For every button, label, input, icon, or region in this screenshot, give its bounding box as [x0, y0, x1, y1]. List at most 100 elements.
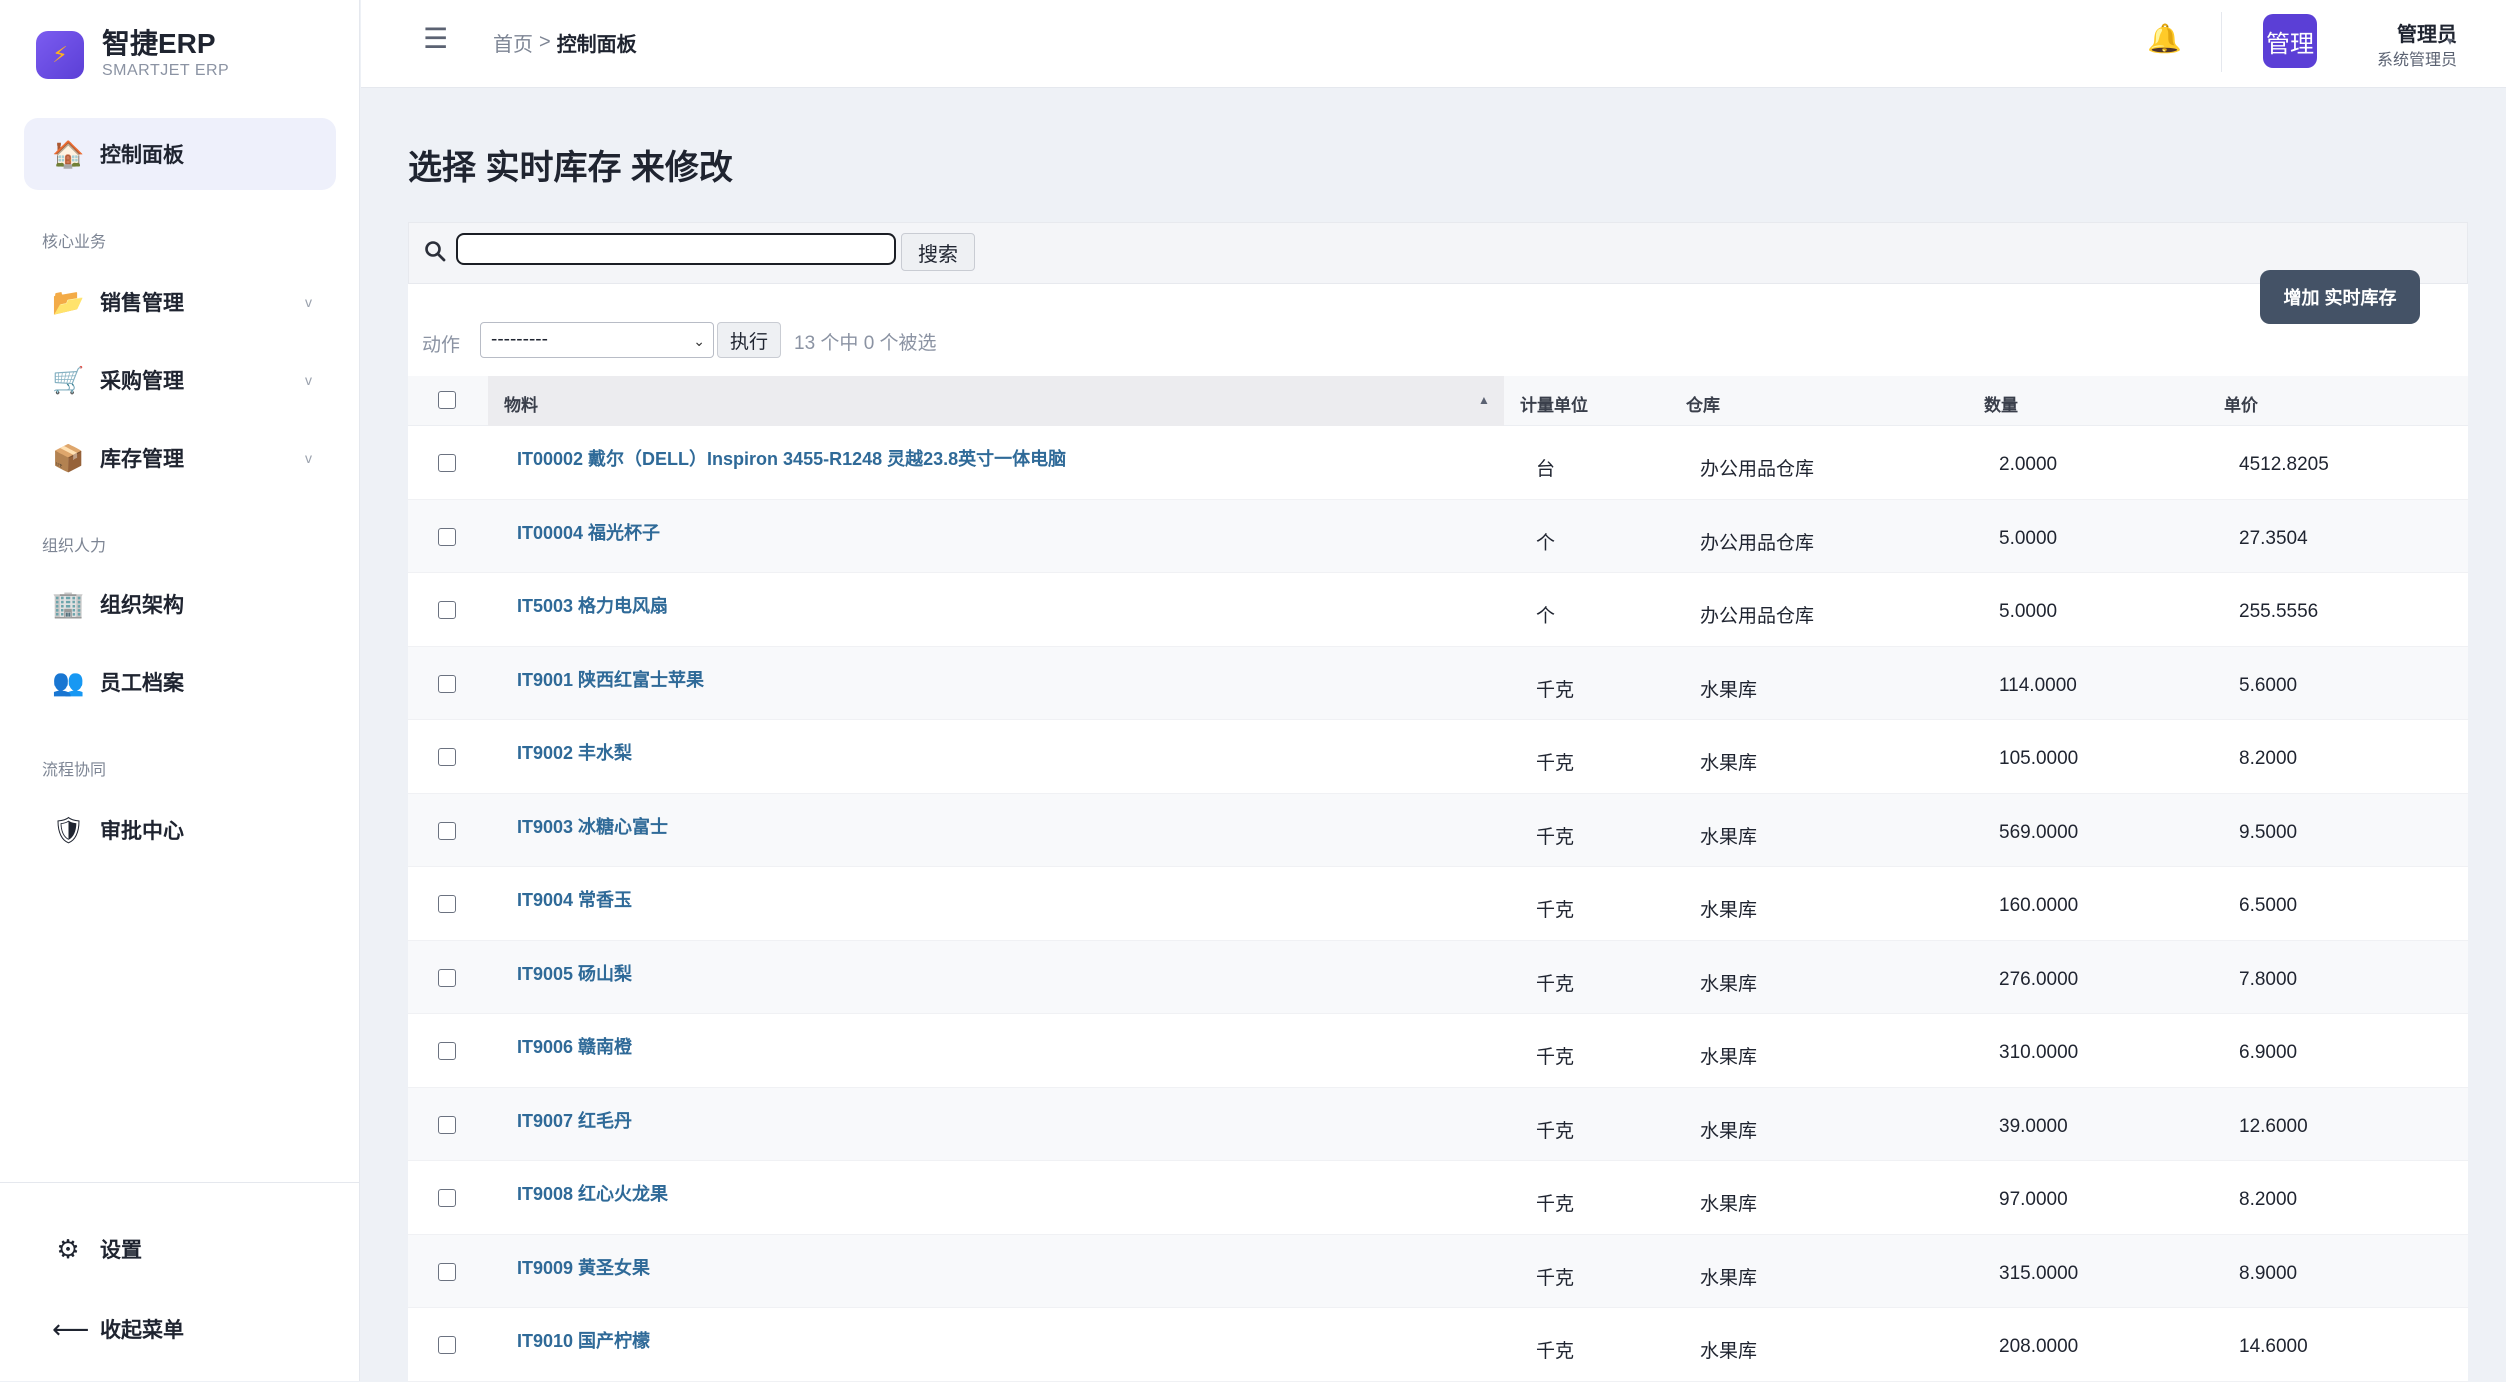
- quantity-cell: 208.0000: [1999, 1336, 2079, 1357]
- price-cell: 8.2000: [2239, 1189, 2298, 1210]
- price-cell: 255.5556: [2239, 601, 2319, 622]
- house-icon: 🏠: [52, 138, 85, 169]
- row-checkbox[interactable]: [438, 1262, 456, 1281]
- material-link[interactable]: IT9008 红心火龙果: [517, 1180, 668, 1206]
- sidebar-item-inventory[interactable]: 📦 库存管理 v: [24, 426, 336, 490]
- warehouse-cell: 水果库: [1700, 900, 1758, 921]
- column-header-material[interactable]: 物料: [504, 391, 538, 416]
- material-link[interactable]: IT9005 砀山梨: [517, 960, 632, 986]
- sidebar-item-sales[interactable]: 📂 销售管理 v: [24, 270, 336, 334]
- table-row: IT9009 黄圣女果 千克 水果库 315.0000 8.9000: [408, 1234, 2468, 1308]
- bell-icon[interactable]: 🔔: [2147, 22, 2182, 55]
- price-cell: 12.6000: [2239, 1115, 2308, 1137]
- material-link[interactable]: IT00002 戴尔（DELL）Inspiron 3455-R1248 灵越23…: [517, 445, 1066, 471]
- material-link[interactable]: IT9001 陕西红富士苹果: [517, 666, 704, 692]
- material-link[interactable]: IT9009 黄圣女果: [517, 1254, 650, 1280]
- sidebar-item-employees[interactable]: 👥 员工档案: [24, 650, 336, 714]
- sidebar-item-purchase[interactable]: 🛒 采购管理 v: [24, 348, 336, 412]
- action-select[interactable]: --------- ⌄: [480, 322, 714, 358]
- run-action-button[interactable]: 执行: [717, 322, 781, 358]
- material-link[interactable]: IT9010 国产柠檬: [517, 1327, 650, 1353]
- select-all-checkbox[interactable]: [438, 391, 456, 409]
- row-checkbox[interactable]: [438, 748, 456, 766]
- table-row: IT5003 格力电风扇个 办公用品仓库 5.0000 255.5556: [408, 573, 2468, 647]
- table-row: IT9002 丰水梨 千克 水果库 105.0000 8.2000: [408, 720, 2468, 794]
- row-checkbox[interactable]: [438, 1042, 456, 1060]
- chevron-down-icon[interactable]: ▾: [2447, 34, 2453, 48]
- user-name[interactable]: 管理员: [2347, 18, 2457, 47]
- column-header-warehouse[interactable]: 仓库: [1686, 391, 1720, 416]
- row-checkbox[interactable]: [438, 821, 456, 840]
- column-header-price[interactable]: 单价: [2224, 391, 2258, 416]
- sidebar-item-label: 设置: [100, 1239, 142, 1262]
- sidebar-item-approval[interactable]: 🛡 审批中心: [24, 798, 336, 862]
- material-link[interactable]: IT9004 常香玉: [517, 886, 632, 912]
- sidebar-footer: ⚙ 设置 ⟵ 收起菜单: [0, 1182, 360, 1344]
- material-link[interactable]: IT9003 冰糖心富士: [517, 813, 668, 839]
- row-checkbox[interactable]: [438, 674, 456, 693]
- brand[interactable]: ⚡ 智捷ERP SMARTJET ERP: [36, 28, 229, 82]
- search-button[interactable]: 搜索: [901, 233, 975, 271]
- search-icon: [423, 239, 447, 270]
- table-row: IT9001 陕西红富士苹果 千克 水果库 114.0000 5.6000: [408, 646, 2468, 720]
- price-cell: 5.6000: [2239, 674, 2298, 696]
- column-header-unit[interactable]: 计量单位: [1520, 391, 1588, 416]
- price-cell: 27.3504: [2239, 527, 2308, 549]
- chevron-down-icon: v: [305, 294, 312, 310]
- sidebar-item-label: 员工档案: [100, 672, 184, 695]
- building-icon: 🏢: [52, 588, 85, 619]
- row-checkbox[interactable]: [438, 601, 456, 619]
- unit-cell: 千克: [1536, 900, 1575, 921]
- hamburger-menu-icon[interactable]: ☰: [423, 22, 448, 55]
- warehouse-cell: 水果库: [1700, 1194, 1758, 1215]
- sidebar-item-settings[interactable]: ⚙ 设置: [24, 1217, 336, 1281]
- price-cell: 4512.8205: [2239, 454, 2329, 475]
- avatar[interactable]: 管理: [2263, 14, 2317, 68]
- quantity-cell: 310.0000: [1999, 1042, 2079, 1063]
- price-cell: 14.6000: [2239, 1336, 2308, 1357]
- warehouse-cell: 办公用品仓库: [1700, 459, 1815, 480]
- collapse-menu-button[interactable]: ⟵ 收起菜单: [24, 1297, 336, 1361]
- price-cell: 6.5000: [2239, 895, 2298, 916]
- breadcrumb-home-link[interactable]: 首页: [493, 28, 533, 57]
- breadcrumb-current: 控制面板: [556, 34, 637, 56]
- row-checkbox[interactable]: [438, 1336, 456, 1354]
- table-row: IT9004 常香玉 千克 水果库 160.0000 6.5000: [408, 867, 2468, 941]
- price-cell: 6.9000: [2239, 1042, 2298, 1063]
- row-checkbox[interactable]: [438, 454, 456, 472]
- sidebar-item-label: 审批中心: [100, 820, 184, 843]
- section-title-org: 组织人力: [42, 538, 107, 555]
- quantity-cell: 276.0000: [1999, 968, 2079, 990]
- unit-cell: 千克: [1536, 826, 1575, 848]
- material-link[interactable]: IT00004 福光杯子: [517, 519, 660, 545]
- people-icon: 👥: [52, 666, 85, 697]
- material-link[interactable]: IT9002 丰水梨: [517, 739, 632, 765]
- sort-ascending-icon[interactable]: ▲: [1478, 393, 1490, 407]
- material-link[interactable]: IT5003 格力电风扇: [517, 592, 668, 618]
- row-checkbox[interactable]: [438, 1115, 456, 1134]
- user-role: 系统管理员: [2376, 52, 2457, 69]
- breadcrumb-separator: >: [539, 31, 551, 53]
- unit-cell: 千克: [1536, 1047, 1575, 1068]
- quantity-cell: 5.0000: [1999, 527, 2058, 549]
- row-checkbox[interactable]: [438, 1189, 456, 1207]
- folder-icon: 📂: [52, 286, 85, 317]
- sidebar-item-dashboard[interactable]: 🏠 控制面板: [24, 118, 336, 190]
- sidebar-item-org[interactable]: 🏢 组织架构: [24, 572, 336, 636]
- row-checkbox[interactable]: [438, 968, 456, 987]
- warehouse-cell: 水果库: [1700, 1047, 1758, 1068]
- row-checkbox[interactable]: [438, 895, 456, 913]
- table-row: IT9010 国产柠檬 千克 水果库 208.0000 14.6000: [408, 1308, 2468, 1382]
- unit-cell: 个: [1536, 532, 1556, 554]
- add-stock-button[interactable]: 增加 实时库存: [2260, 270, 2420, 324]
- quantity-cell: 105.0000: [1999, 748, 2079, 769]
- unit-cell: 个: [1536, 606, 1556, 627]
- search-input[interactable]: [456, 233, 896, 265]
- unit-cell: 千克: [1536, 1194, 1575, 1215]
- material-link[interactable]: IT9006 赣南橙: [517, 1033, 632, 1059]
- sidebar-item-label: 控制面板: [100, 144, 184, 167]
- material-link[interactable]: IT9007 红毛丹: [517, 1107, 632, 1133]
- row-checkbox[interactable]: [438, 527, 456, 546]
- price-cell: 7.8000: [2239, 968, 2298, 990]
- column-header-quantity[interactable]: 数量: [1984, 391, 2018, 416]
